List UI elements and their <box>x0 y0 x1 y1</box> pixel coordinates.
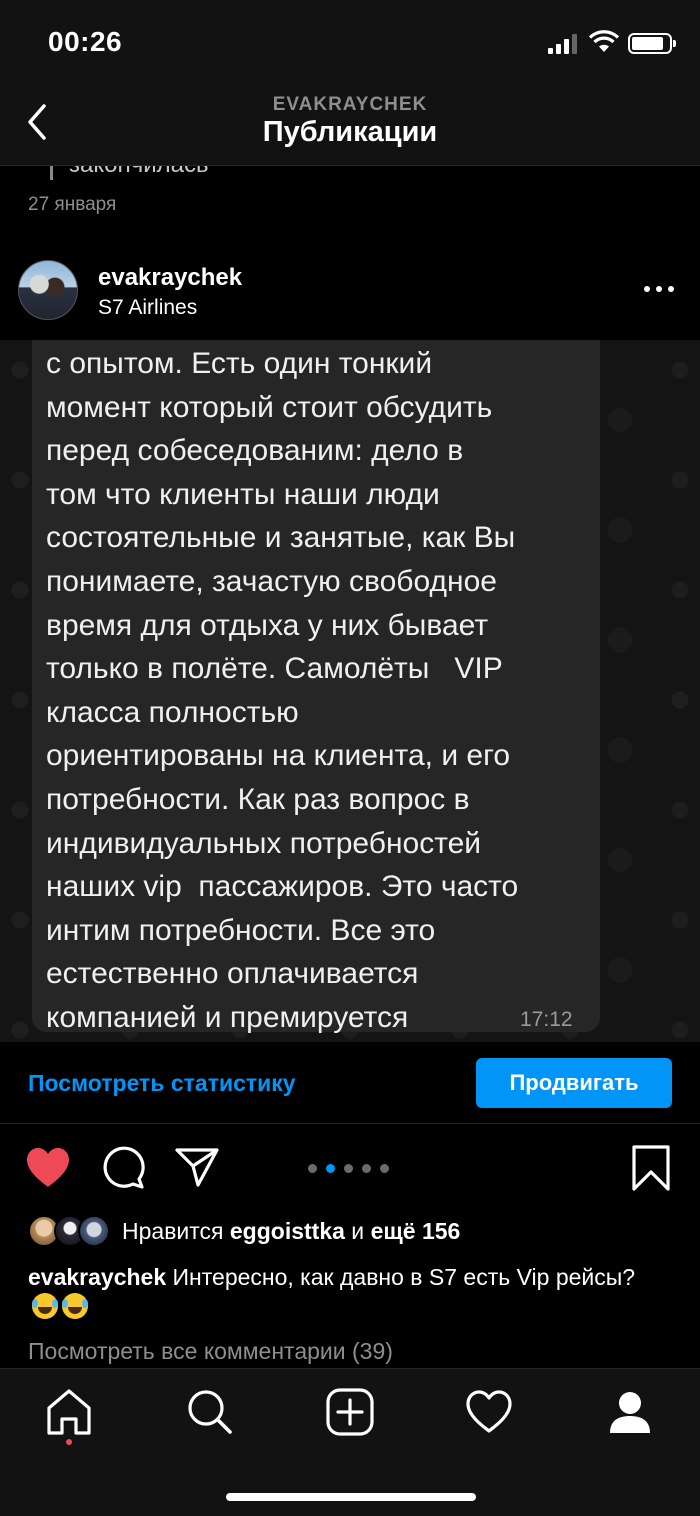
post-image[interactable]: с опытом. Есть один тонкий момент которы… <box>0 340 700 1042</box>
view-all-comments-link[interactable]: Посмотреть все комментарии (39) <box>28 1338 393 1365</box>
add-post-icon[interactable] <box>325 1387 375 1437</box>
post-actions <box>0 1124 700 1212</box>
likes-row[interactable]: Нравится eggoisttka и ещё 156 <box>0 1212 700 1256</box>
likes-count[interactable]: ещё 156 <box>371 1218 461 1244</box>
more-options-icon[interactable] <box>642 284 676 294</box>
avatar[interactable] <box>18 260 78 320</box>
cellular-signal-icon <box>548 34 580 54</box>
laughing-emoji-icon <box>62 1293 88 1319</box>
battery-icon <box>628 33 676 54</box>
message-text: с опытом. Есть один тонкий момент которы… <box>46 347 519 1034</box>
comment-icon[interactable] <box>100 1146 146 1190</box>
carousel-indicator <box>306 1162 396 1174</box>
promote-button[interactable]: Продвигать <box>476 1058 672 1108</box>
bookmark-icon[interactable] <box>630 1144 672 1192</box>
notification-dot <box>66 1439 72 1445</box>
caption-text: Интересно, как давно в S7 есть Vip рейсы… <box>166 1264 636 1290</box>
search-icon[interactable] <box>184 1387 234 1437</box>
insights-bar: Посмотреть статистику Продвигать <box>0 1042 700 1124</box>
view-insights-link[interactable]: Посмотреть статистику <box>28 1070 296 1097</box>
top-header: EVAKRAYCHEK Публикации <box>0 88 700 166</box>
heart-filled-icon[interactable] <box>24 1146 72 1188</box>
page-title: Публикации <box>262 116 438 148</box>
message-time: 17:12 <box>520 1008 573 1031</box>
post-header: evakraychek S7 Airlines <box>0 240 700 340</box>
home-indicator <box>226 1493 476 1501</box>
previous-post-text: закончилась <box>50 166 209 180</box>
activity-heart-icon[interactable] <box>464 1387 514 1437</box>
previous-post-date: 27 января <box>28 194 117 215</box>
post-username[interactable]: evakraychek <box>98 264 242 292</box>
status-time: 00:26 <box>48 26 123 57</box>
header-account-name: EVAKRAYCHEK <box>272 94 428 115</box>
caption-username[interactable]: evakraychek <box>28 1264 166 1290</box>
post-caption: evakraychek Интересно, как давно в S7 ес… <box>28 1262 668 1322</box>
status-bar: 00:26 <box>0 0 700 88</box>
liker-username[interactable]: eggoisttka <box>230 1218 345 1244</box>
bottom-tab-bar <box>0 1368 700 1516</box>
wifi-icon <box>588 30 620 52</box>
home-icon[interactable] <box>44 1387 94 1437</box>
paper-plane-icon[interactable] <box>174 1146 220 1188</box>
liker-avatar <box>78 1215 110 1247</box>
previous-post-remnant: закончилась 27 января <box>0 166 700 240</box>
likes-text: Нравится eggoisttka и ещё 156 <box>122 1218 461 1244</box>
laughing-emoji-icon <box>32 1293 58 1319</box>
post-location[interactable]: S7 Airlines <box>98 296 197 320</box>
profile-icon[interactable] <box>605 1387 655 1437</box>
